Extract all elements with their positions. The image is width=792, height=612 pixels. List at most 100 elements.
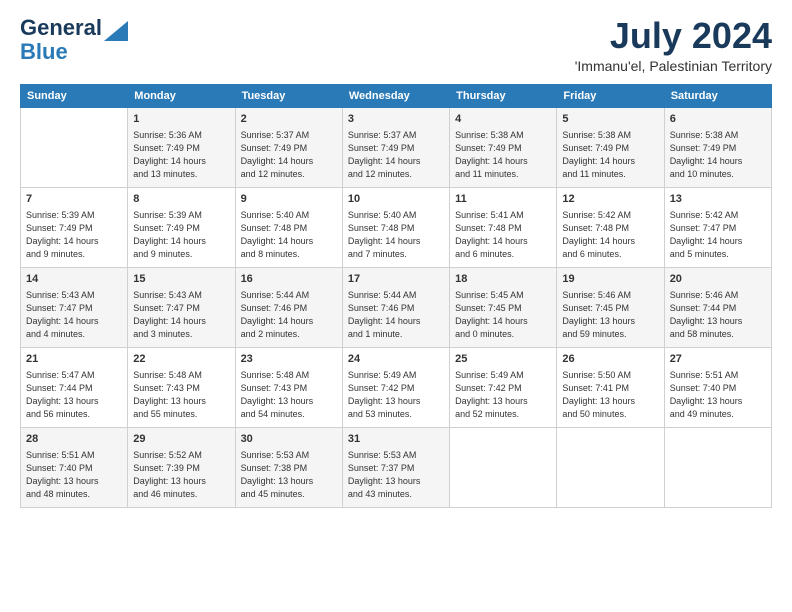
- day-cell: 11 Sunrise: 5:41 AM Sunset: 7:48 PM Dayli…: [450, 187, 557, 267]
- day-number: 3: [348, 112, 444, 127]
- logo: General Blue: [20, 16, 128, 64]
- day-cell: 14 Sunrise: 5:43 AM Sunset: 7:47 PM Dayli…: [21, 267, 128, 347]
- day-number: 9: [241, 192, 337, 207]
- day-content: Sunrise: 5:40 AM Sunset: 7:48 PM Dayligh…: [348, 209, 444, 261]
- day-cell: [21, 107, 128, 187]
- day-content: Sunrise: 5:44 AM Sunset: 7:46 PM Dayligh…: [241, 289, 337, 341]
- day-cell: 26 Sunrise: 5:50 AM Sunset: 7:41 PM Dayli…: [557, 347, 664, 427]
- day-cell: 27 Sunrise: 5:51 AM Sunset: 7:40 PM Dayli…: [664, 347, 771, 427]
- day-content: Sunrise: 5:38 AM Sunset: 7:49 PM Dayligh…: [455, 129, 551, 181]
- week-row-4: 21 Sunrise: 5:47 AM Sunset: 7:44 PM Dayli…: [21, 347, 772, 427]
- month-year: July 2024: [575, 16, 772, 56]
- day-cell: 9 Sunrise: 5:40 AM Sunset: 7:48 PM Daylig…: [235, 187, 342, 267]
- day-content: Sunrise: 5:51 AM Sunset: 7:40 PM Dayligh…: [670, 369, 766, 421]
- day-number: 8: [133, 192, 229, 207]
- day-content: Sunrise: 5:38 AM Sunset: 7:49 PM Dayligh…: [562, 129, 658, 181]
- day-cell: 12 Sunrise: 5:42 AM Sunset: 7:48 PM Dayli…: [557, 187, 664, 267]
- day-content: Sunrise: 5:52 AM Sunset: 7:39 PM Dayligh…: [133, 449, 229, 501]
- day-number: 2: [241, 112, 337, 127]
- day-content: Sunrise: 5:48 AM Sunset: 7:43 PM Dayligh…: [241, 369, 337, 421]
- day-cell: 5 Sunrise: 5:38 AM Sunset: 7:49 PM Daylig…: [557, 107, 664, 187]
- day-number: 13: [670, 192, 766, 207]
- day-cell: 18 Sunrise: 5:45 AM Sunset: 7:45 PM Dayli…: [450, 267, 557, 347]
- day-number: 27: [670, 352, 766, 367]
- logo-text: General Blue: [20, 16, 102, 64]
- day-number: 18: [455, 272, 551, 287]
- week-row-2: 7 Sunrise: 5:39 AM Sunset: 7:49 PM Daylig…: [21, 187, 772, 267]
- day-cell: 17 Sunrise: 5:44 AM Sunset: 7:46 PM Dayli…: [342, 267, 449, 347]
- day-content: Sunrise: 5:40 AM Sunset: 7:48 PM Dayligh…: [241, 209, 337, 261]
- day-number: 10: [348, 192, 444, 207]
- day-number: 4: [455, 112, 551, 127]
- day-content: Sunrise: 5:37 AM Sunset: 7:49 PM Dayligh…: [241, 129, 337, 181]
- day-cell: 28Sunrise: 5:51 AM Sunset: 7:40 PM Dayli…: [21, 427, 128, 507]
- day-content: Sunrise: 5:36 AM Sunset: 7:49 PM Dayligh…: [133, 129, 229, 181]
- day-cell: 21 Sunrise: 5:47 AM Sunset: 7:44 PM Dayli…: [21, 347, 128, 427]
- day-cell: 3Sunrise: 5:37 AM Sunset: 7:49 PM Daylig…: [342, 107, 449, 187]
- day-number: 17: [348, 272, 444, 287]
- day-number: 12: [562, 192, 658, 207]
- day-cell: 13 Sunrise: 5:42 AM Sunset: 7:47 PM Dayli…: [664, 187, 771, 267]
- day-number: 7: [26, 192, 122, 207]
- day-cell: 16 Sunrise: 5:44 AM Sunset: 7:46 PM Dayli…: [235, 267, 342, 347]
- day-number: 30: [241, 432, 337, 447]
- day-number: 28: [26, 432, 122, 447]
- day-number: 5: [562, 112, 658, 127]
- col-header-thursday: Thursday: [450, 84, 557, 107]
- page: General Blue July 2024 'Immanu'el, Pales…: [0, 0, 792, 518]
- day-content: Sunrise: 5:42 AM Sunset: 7:48 PM Dayligh…: [562, 209, 658, 261]
- day-content: Sunrise: 5:39 AM Sunset: 7:49 PM Dayligh…: [133, 209, 229, 261]
- day-number: 11: [455, 192, 551, 207]
- day-cell: 1Sunrise: 5:36 AM Sunset: 7:49 PM Daylig…: [128, 107, 235, 187]
- day-number: 16: [241, 272, 337, 287]
- col-header-saturday: Saturday: [664, 84, 771, 107]
- location: 'Immanu'el, Palestinian Territory: [575, 58, 772, 74]
- day-content: Sunrise: 5:43 AM Sunset: 7:47 PM Dayligh…: [26, 289, 122, 341]
- day-cell: 22 Sunrise: 5:48 AM Sunset: 7:43 PM Dayli…: [128, 347, 235, 427]
- col-header-monday: Monday: [128, 84, 235, 107]
- week-row-5: 28Sunrise: 5:51 AM Sunset: 7:40 PM Dayli…: [21, 427, 772, 507]
- day-cell: 2 Sunrise: 5:37 AM Sunset: 7:49 PM Daylig…: [235, 107, 342, 187]
- day-content: Sunrise: 5:41 AM Sunset: 7:48 PM Dayligh…: [455, 209, 551, 261]
- day-content: Sunrise: 5:47 AM Sunset: 7:44 PM Dayligh…: [26, 369, 122, 421]
- day-content: Sunrise: 5:49 AM Sunset: 7:42 PM Dayligh…: [348, 369, 444, 421]
- day-number: 6: [670, 112, 766, 127]
- day-content: Sunrise: 5:46 AM Sunset: 7:45 PM Dayligh…: [562, 289, 658, 341]
- day-number: 31: [348, 432, 444, 447]
- day-cell: 4 Sunrise: 5:38 AM Sunset: 7:49 PM Daylig…: [450, 107, 557, 187]
- day-content: Sunrise: 5:42 AM Sunset: 7:47 PM Dayligh…: [670, 209, 766, 261]
- day-number: 22: [133, 352, 229, 367]
- day-cell: 8 Sunrise: 5:39 AM Sunset: 7:49 PM Daylig…: [128, 187, 235, 267]
- day-cell: 10 Sunrise: 5:40 AM Sunset: 7:48 PM Dayli…: [342, 187, 449, 267]
- day-number: 24: [348, 352, 444, 367]
- day-content: Sunrise: 5:48 AM Sunset: 7:43 PM Dayligh…: [133, 369, 229, 421]
- col-header-wednesday: Wednesday: [342, 84, 449, 107]
- day-number: 23: [241, 352, 337, 367]
- day-number: 26: [562, 352, 658, 367]
- day-number: 25: [455, 352, 551, 367]
- day-cell: 23 Sunrise: 5:48 AM Sunset: 7:43 PM Dayli…: [235, 347, 342, 427]
- day-content: Sunrise: 5:53 AM Sunset: 7:37 PM Dayligh…: [348, 449, 444, 501]
- day-content: Sunrise: 5:39 AM Sunset: 7:49 PM Dayligh…: [26, 209, 122, 261]
- col-header-sunday: Sunday: [21, 84, 128, 107]
- day-cell: [664, 427, 771, 507]
- week-row-3: 14 Sunrise: 5:43 AM Sunset: 7:47 PM Dayli…: [21, 267, 772, 347]
- col-header-friday: Friday: [557, 84, 664, 107]
- day-content: Sunrise: 5:38 AM Sunset: 7:49 PM Dayligh…: [670, 129, 766, 181]
- day-number: 19: [562, 272, 658, 287]
- calendar-header-row: SundayMondayTuesdayWednesdayThursdayFrid…: [21, 84, 772, 107]
- header: General Blue July 2024 'Immanu'el, Pales…: [20, 16, 772, 74]
- day-content: Sunrise: 5:53 AM Sunset: 7:38 PM Dayligh…: [241, 449, 337, 501]
- day-cell: 31 Sunrise: 5:53 AM Sunset: 7:37 PM Dayli…: [342, 427, 449, 507]
- day-content: Sunrise: 5:44 AM Sunset: 7:46 PM Dayligh…: [348, 289, 444, 341]
- day-cell: 7 Sunrise: 5:39 AM Sunset: 7:49 PM Daylig…: [21, 187, 128, 267]
- day-content: Sunrise: 5:49 AM Sunset: 7:42 PM Dayligh…: [455, 369, 551, 421]
- col-header-tuesday: Tuesday: [235, 84, 342, 107]
- day-number: 14: [26, 272, 122, 287]
- day-content: Sunrise: 5:45 AM Sunset: 7:45 PM Dayligh…: [455, 289, 551, 341]
- day-cell: 25 Sunrise: 5:49 AM Sunset: 7:42 PM Dayli…: [450, 347, 557, 427]
- day-number: 21: [26, 352, 122, 367]
- day-cell: 30 Sunrise: 5:53 AM Sunset: 7:38 PM Dayli…: [235, 427, 342, 507]
- day-content: Sunrise: 5:50 AM Sunset: 7:41 PM Dayligh…: [562, 369, 658, 421]
- day-cell: [450, 427, 557, 507]
